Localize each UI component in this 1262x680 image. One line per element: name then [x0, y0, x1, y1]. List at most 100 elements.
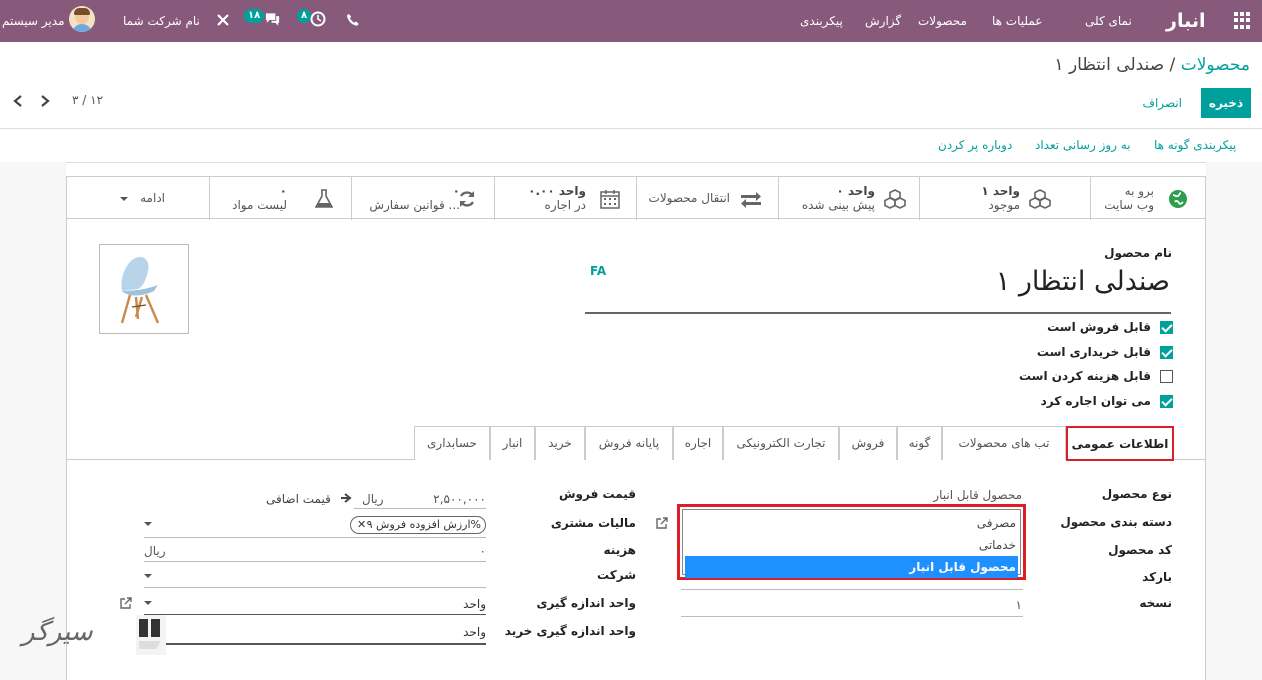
product-type-value[interactable]: محصول قابل انبار [933, 488, 1022, 502]
language-button[interactable]: FA [590, 264, 606, 278]
can-be-rented-label: می توان اجاره کرد [1040, 394, 1151, 408]
menu-products[interactable]: محصولات [918, 0, 967, 42]
chair-icon [120, 257, 160, 324]
tab-accounting[interactable]: حسابداری [414, 426, 490, 460]
dropdown-option-service[interactable]: خدماتی [685, 534, 1018, 556]
discard-button[interactable]: انصراف [1143, 88, 1182, 118]
rental-label: در اجاره [544, 198, 586, 212]
taxes-dropdown-caret-icon[interactable] [144, 522, 152, 526]
product-name-label: نام محصول [1104, 246, 1172, 260]
smart-buttons-bar: برو به وب سایت ۱ واحد موجود ۰ واحد پیش ب… [66, 176, 1206, 220]
cubes-forecast-icon [883, 188, 906, 210]
apps-menu-icon[interactable] [1234, 12, 1251, 29]
activity-clock-icon[interactable] [310, 11, 326, 30]
remove-tag-icon[interactable]: ✕ [357, 517, 366, 533]
rental-qty: ۰.۰۰ واحد [528, 184, 586, 198]
dropdown-option-storable[interactable]: محصول قابل انبار [685, 556, 1018, 578]
uom-value[interactable]: واحد [463, 597, 486, 611]
bom-label: لیست مواد [232, 198, 287, 212]
cubes-icon [1028, 188, 1051, 210]
bom-button[interactable]: ۰ لیست مواد [209, 177, 351, 220]
version-label: نسخه [1139, 596, 1172, 610]
on-hand-button[interactable]: ۱ واحد موجود [919, 177, 1090, 220]
forecast-label: پیش بینی شده [801, 198, 875, 212]
tab-variants[interactable]: گونه [897, 426, 942, 460]
app-brand[interactable]: انبار [1166, 0, 1205, 42]
tab-point-of-sale[interactable]: پایانه فروش [585, 426, 673, 460]
purchase-uom-value[interactable]: واحد [463, 625, 486, 639]
save-button[interactable]: ذخیره [1201, 88, 1251, 118]
can-be-purchased-checkbox[interactable] [1160, 346, 1173, 359]
company-switcher[interactable]: نام شرکت شما [123, 0, 200, 42]
exchange-icon [739, 188, 761, 210]
tax-tag-label: ارزش افزوده فروش ۹% [366, 518, 481, 531]
website-button[interactable]: برو به وب سایت [1090, 177, 1206, 220]
pager-next-icon[interactable] [38, 91, 52, 111]
company-input-line[interactable] [144, 587, 486, 588]
uom-underline [144, 614, 486, 615]
bom-count: ۰ [279, 184, 287, 198]
taxes-underline [144, 537, 486, 538]
phone-icon[interactable] [346, 13, 360, 30]
can-be-sold-checkbox[interactable] [1160, 321, 1173, 334]
cost-currency: ریال [144, 544, 166, 558]
sale-price-underline [354, 508, 486, 509]
can-be-rented-checkbox[interactable] [1160, 395, 1173, 408]
menu-reporting[interactable]: گزارش [865, 0, 901, 42]
calendar-icon [599, 188, 621, 210]
product-moves-button[interactable]: انتقال محصولات [636, 177, 778, 220]
forecast-button[interactable]: ۰ واحد پیش بینی شده [778, 177, 919, 220]
tab-general-information[interactable]: اطلاعات عمومی [1066, 426, 1174, 461]
configure-variants-button[interactable]: پیکربندی گونه ها [1154, 138, 1236, 152]
product-image[interactable] [99, 244, 189, 334]
uom-dropdown-caret-icon[interactable] [144, 601, 152, 605]
replenish-button[interactable]: دوباره پر کردن [938, 138, 1012, 152]
uom-external-link-icon[interactable] [120, 597, 132, 612]
tab-inventory[interactable]: انبار [490, 426, 535, 460]
reordering-rules-button[interactable]: ۰ قوانین سفارش ... [351, 177, 494, 220]
tools-icon[interactable] [216, 13, 230, 30]
can-be-expensed-checkbox[interactable] [1160, 370, 1173, 383]
tab-sales[interactable]: فروش [839, 426, 897, 460]
dropdown-option-consumable[interactable]: مصرفی [685, 512, 1018, 534]
divider [0, 128, 1262, 129]
user-menu[interactable]: مدیر سیستم [2, 0, 65, 42]
update-quantity-button[interactable]: به روز رسانی تعداد [1035, 138, 1131, 152]
tab-ecommerce[interactable]: تجارت الکترونیکی [723, 426, 839, 460]
tab-product-tabs[interactable]: تب های محصولات [942, 426, 1066, 460]
barcode-input-line[interactable] [681, 589, 1023, 590]
menu-operations[interactable]: عملیات ها [992, 0, 1042, 42]
company-dropdown-caret-icon[interactable] [144, 574, 152, 578]
breadcrumb-current: صندلی انتظار ۱ [1054, 55, 1165, 75]
version-value[interactable]: ۱ [1016, 598, 1022, 612]
watermark-logo [136, 615, 166, 655]
product-type-dropdown[interactable]: مصرفی خدماتی محصول قابل انبار [677, 504, 1026, 580]
pager-previous-icon[interactable] [11, 91, 25, 111]
breadcrumb-products[interactable]: محصولات [1181, 55, 1250, 75]
user-avatar[interactable] [69, 6, 95, 32]
cost-value[interactable]: ۰ [480, 544, 486, 558]
tax-tag[interactable]: ✕ ارزش افزوده فروش ۹% [350, 516, 486, 534]
sale-price-value[interactable]: ۲,۵۰۰,۰۰۰ [433, 492, 486, 506]
globe-icon [1167, 188, 1189, 210]
product-name-input[interactable]: صندلی انتظار ۱ [996, 266, 1170, 297]
more-button[interactable]: ادامه [67, 177, 209, 220]
divider [0, 162, 1262, 163]
activity-count-badge: ۸ [297, 9, 312, 23]
on-hand-qty: ۱ واحد [981, 184, 1020, 198]
breadcrumb-separator: / [1169, 55, 1176, 75]
messages-icon[interactable] [264, 11, 281, 30]
menu-configuration[interactable]: پیکربندی [800, 0, 843, 42]
tab-rental[interactable]: اجاره [673, 426, 723, 460]
pager-value: ۳ / ۱۲ [72, 93, 104, 107]
reordering-count: ۰ [452, 184, 460, 198]
unit-of-measure-label: واحد اندازه گیری [536, 596, 636, 610]
tab-purchase[interactable]: خرید [535, 426, 585, 460]
internal-reference-label: کد محصول [1108, 543, 1172, 557]
menu-overview[interactable]: نمای کلی [1085, 0, 1132, 42]
purchase-uom-label: واحد اندازه گیری خرید [504, 624, 636, 638]
rental-button[interactable]: ۰.۰۰ واحد در اجاره [494, 177, 636, 220]
external-link-icon[interactable] [656, 517, 668, 532]
extra-price-link[interactable]: قیمت اضافی [266, 492, 331, 506]
watermark: سیرگر [22, 617, 93, 647]
